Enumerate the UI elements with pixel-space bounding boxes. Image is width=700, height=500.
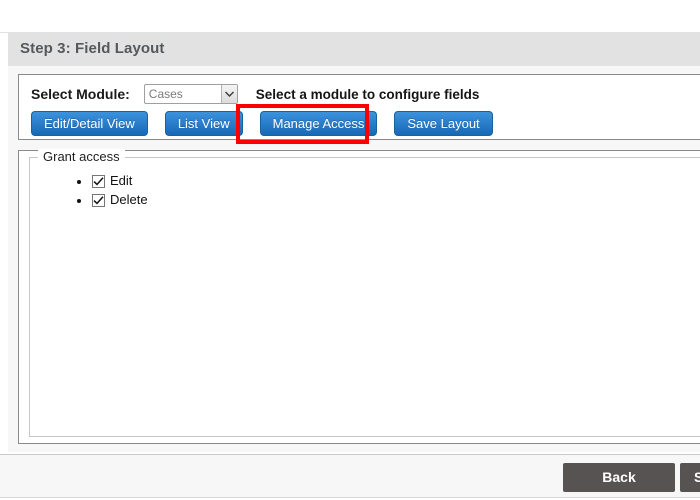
module-controls-panel: Select Module: Cases Select a module to … [18,74,700,140]
save-layout-button[interactable]: Save Layout [394,111,493,136]
grant-access-panel: Grant access Edit [18,149,700,444]
list-item: Delete [92,191,700,209]
edit-detail-view-button[interactable]: Edit/Detail View [31,111,148,136]
delete-checkbox[interactable] [92,193,105,207]
checkmark-icon [93,195,104,204]
grant-access-list: Edit Delete [30,158,700,209]
list-item: Edit [92,172,700,190]
delete-checkbox-label: Delete [110,192,148,207]
page-title: Step 3: Field Layout [20,40,165,57]
wizard-body: Select Module: Cases Select a module to … [8,66,700,452]
checkmark-icon [93,176,104,185]
step-header-bar: Step 3: Field Layout [8,33,700,66]
edit-checkbox[interactable] [92,174,105,188]
next-button[interactable]: S [680,463,700,492]
grant-access-legend: Grant access [38,149,125,164]
back-button[interactable]: Back [563,463,675,492]
top-white-strip [0,0,700,33]
module-select[interactable]: Cases [143,84,238,104]
module-hint-text: Select a module to configure fields [255,86,480,102]
select-module-label: Select Module: [31,86,130,102]
module-select-row: Select Module: Cases Select a module to … [31,84,479,104]
list-view-button[interactable]: List View [164,111,243,136]
grant-access-fieldset: Grant access Edit [29,149,700,437]
footer-bar: Back S [0,454,700,498]
manage-access-button[interactable]: Manage Access [259,111,378,136]
layout-action-buttons: Edit/Detail View List View Manage Access… [31,111,493,136]
edit-checkbox-label: Edit [110,173,133,188]
module-select-wrapper[interactable]: Cases [143,84,238,104]
